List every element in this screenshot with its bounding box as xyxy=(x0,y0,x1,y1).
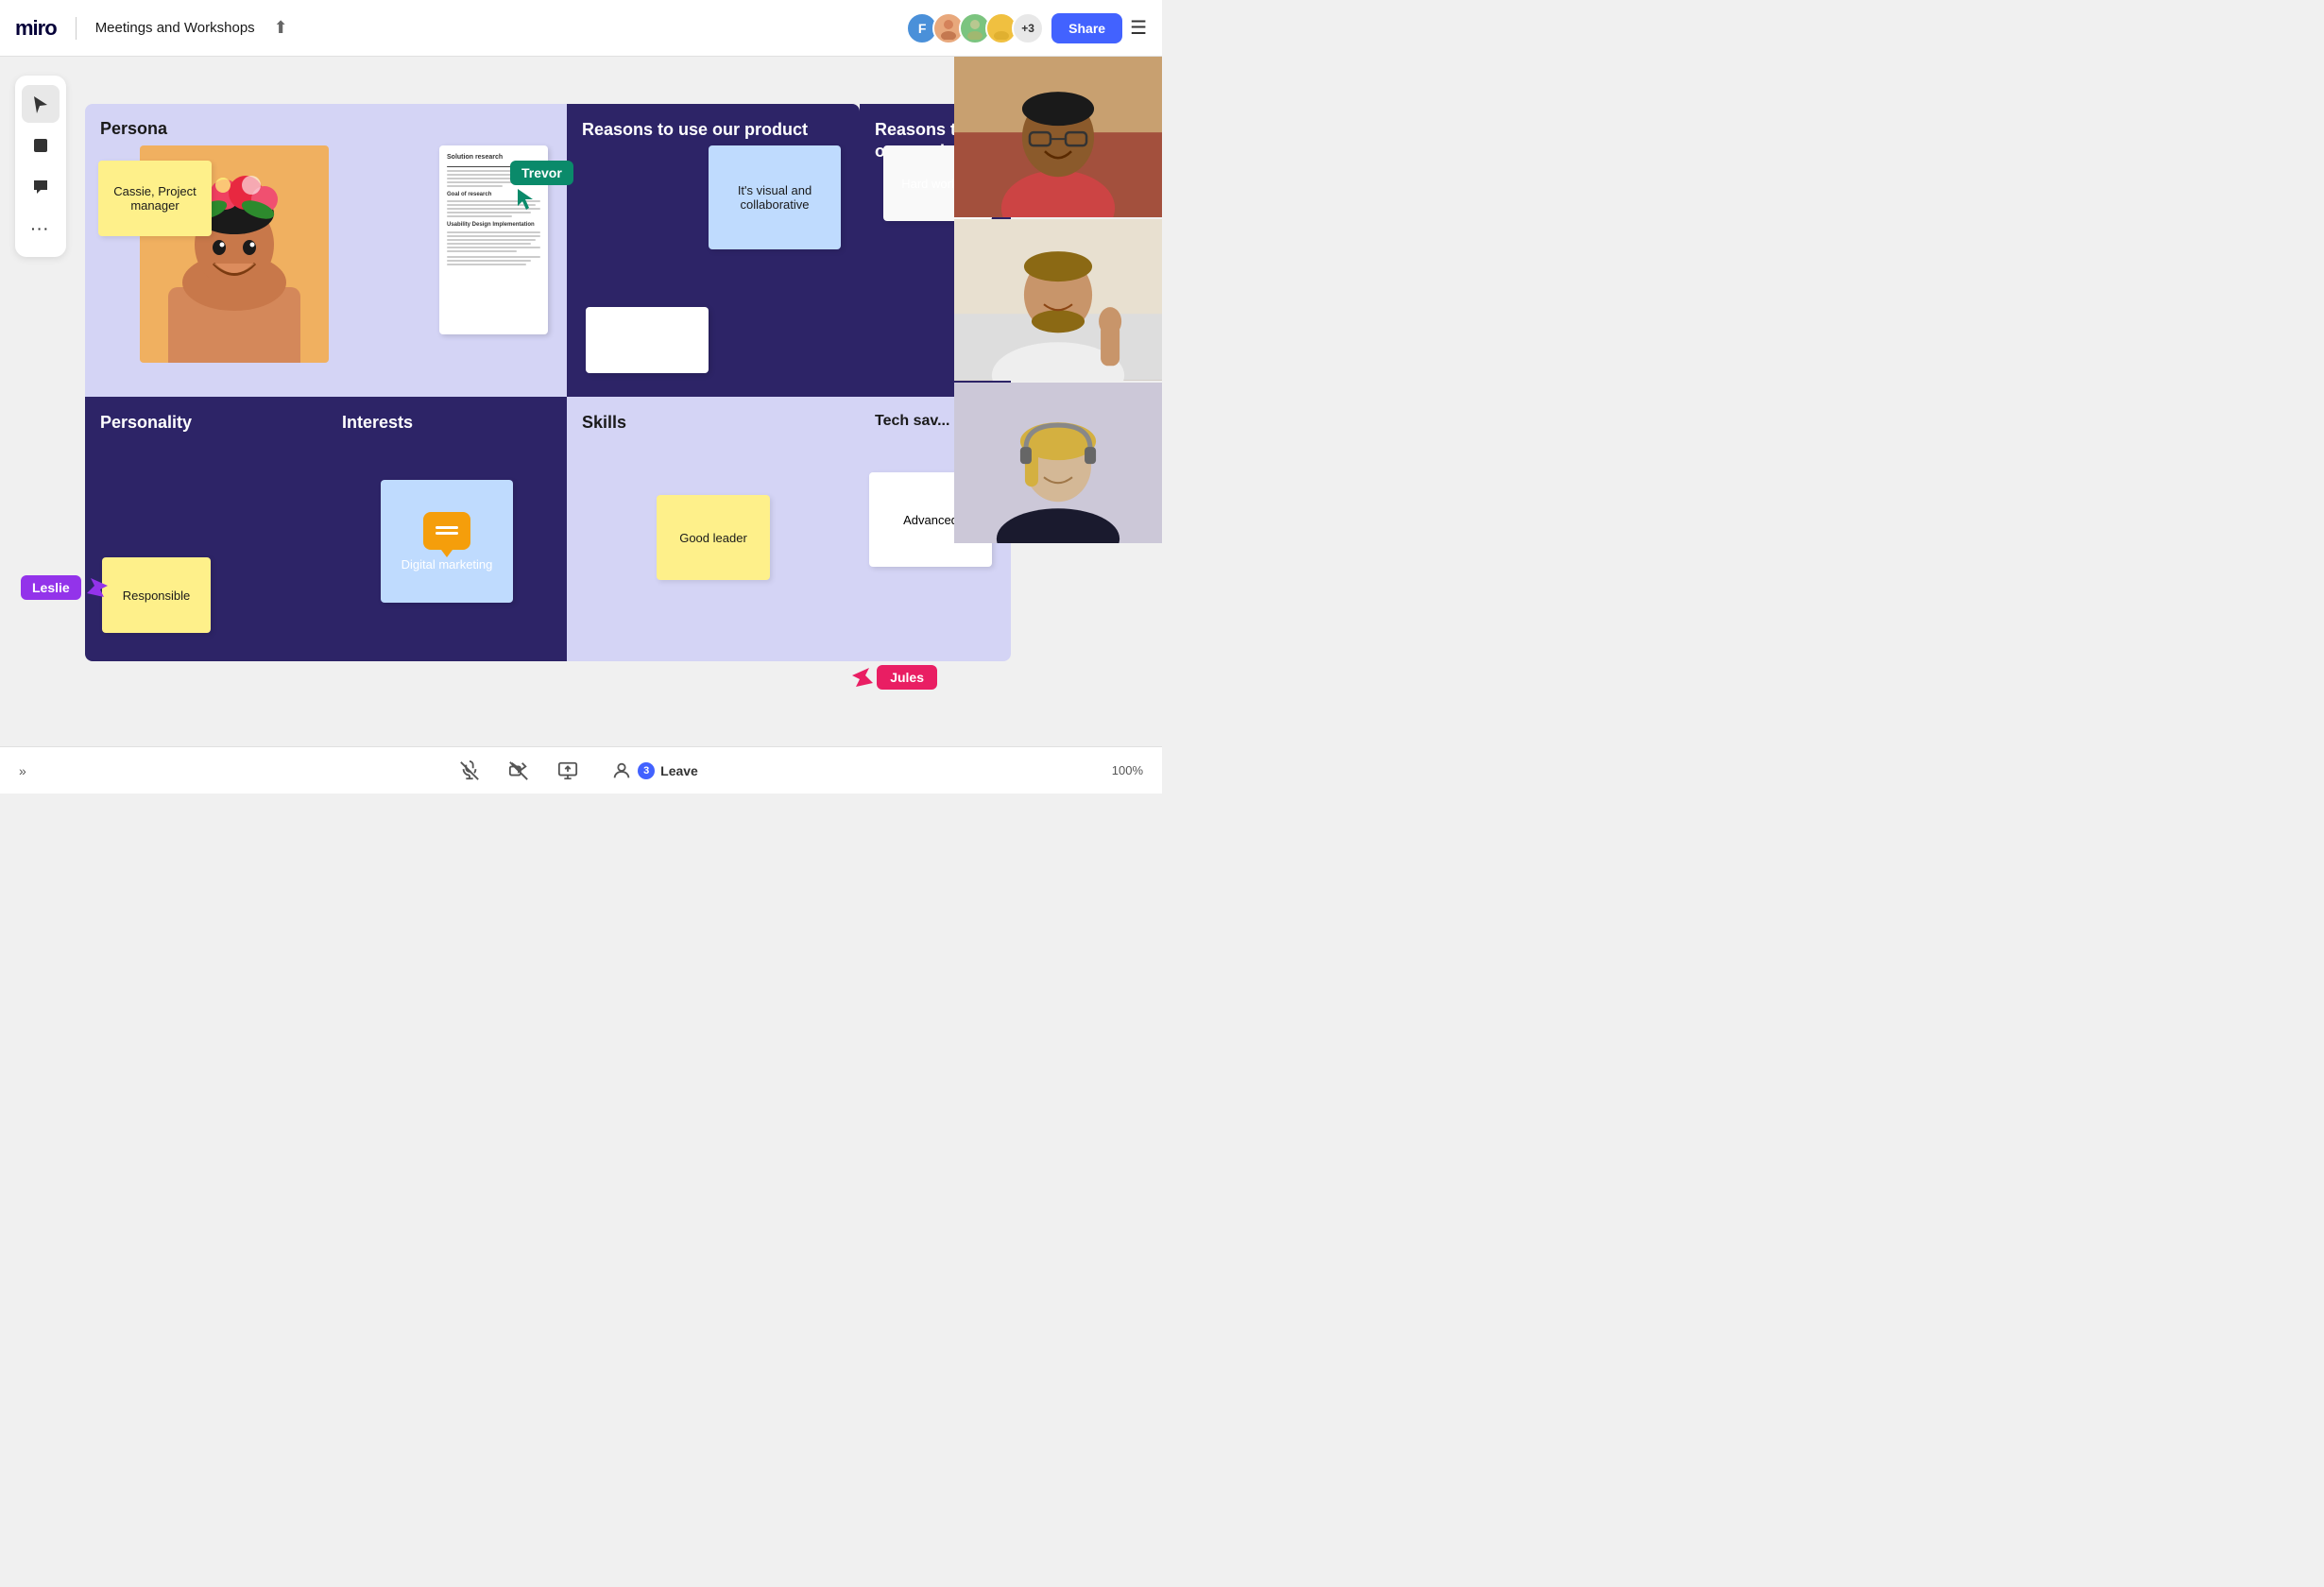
collapse-sidebar-button[interactable]: » xyxy=(19,763,26,778)
video-tile-3 xyxy=(954,383,1162,543)
sticky-digital: Digital marketing xyxy=(381,480,513,603)
avatar-plus: +3 xyxy=(1012,12,1044,44)
sticky-tool[interactable] xyxy=(22,127,60,164)
bottom-row: Personality Hard working Responsible Int… xyxy=(85,397,1011,661)
sticky-good-leader: Good leader xyxy=(657,495,770,580)
reasons-section: Reasons to use our product It's visual a… xyxy=(567,104,860,397)
more-tools[interactable]: ··· xyxy=(22,210,60,247)
sidebar: ··· xyxy=(15,76,66,257)
interests-section: Interests Digital marketing xyxy=(327,397,567,661)
zoom-level: 100% xyxy=(1112,763,1143,777)
sticky-visual: It's visual and collaborative xyxy=(709,145,841,249)
persona-title: Persona xyxy=(100,119,552,139)
leave-button[interactable]: 3 Leave xyxy=(600,755,709,787)
leslie-arrow-icon xyxy=(87,578,108,597)
avatar-group: F +3 xyxy=(906,12,1044,44)
miro-logo: miro xyxy=(15,16,57,41)
trevor-label: Trevor xyxy=(510,161,573,185)
reasons-title: Reasons to use our product xyxy=(582,119,845,141)
video-panel xyxy=(954,57,1162,543)
leave-label[interactable]: Leave xyxy=(660,763,698,778)
board-title: Meetings and Workshops xyxy=(95,20,255,36)
header: miro Meetings and Workshops ⬆ F xyxy=(0,0,1162,57)
skills-title: Skills xyxy=(582,412,845,434)
top-row: Persona xyxy=(85,104,1011,397)
sticky-responsible: Responsible xyxy=(102,557,211,633)
mic-button[interactable] xyxy=(453,754,487,788)
header-right: F +3 Share ☰ xyxy=(906,12,1147,44)
leslie-cursor: Leslie xyxy=(21,575,108,600)
share-button[interactable]: Share xyxy=(1051,13,1122,43)
screen-share-button[interactable] xyxy=(551,754,585,788)
sticky-cassie: Cassie, Project manager xyxy=(98,161,212,236)
bottom-toolbar: » 3 Leave 100% xyxy=(0,746,1162,794)
upload-button[interactable]: ⬆ xyxy=(274,18,288,38)
personality-section: Personality Hard working Responsible xyxy=(85,397,327,661)
participants-badge: 3 xyxy=(638,762,655,779)
personality-title: Personality xyxy=(100,412,312,434)
video-tile-1 xyxy=(954,57,1162,217)
jules-label: Jules xyxy=(877,665,937,690)
persona-section: Persona xyxy=(85,104,567,397)
chat-icon xyxy=(423,512,470,550)
video-tile-2 xyxy=(954,219,1162,380)
sticky-toolkit: Its toolkit xyxy=(586,307,709,373)
jules-cursor: Jules xyxy=(852,665,937,690)
camera-button[interactable] xyxy=(502,754,536,788)
board-area: Persona xyxy=(85,104,1011,661)
cursor-tool[interactable] xyxy=(22,85,60,123)
header-divider xyxy=(76,17,77,40)
menu-icon-button[interactable]: ☰ xyxy=(1130,16,1147,40)
trevor-cursor: Trevor xyxy=(510,161,573,185)
trevor-arrow-icon xyxy=(518,189,537,210)
jules-arrow-icon xyxy=(852,668,873,687)
leave-icon xyxy=(611,760,632,781)
leslie-label: Leslie xyxy=(21,575,81,600)
comment-tool[interactable] xyxy=(22,168,60,206)
interests-title: Interests xyxy=(342,412,552,434)
skills-section: Skills Good leader xyxy=(567,397,860,661)
